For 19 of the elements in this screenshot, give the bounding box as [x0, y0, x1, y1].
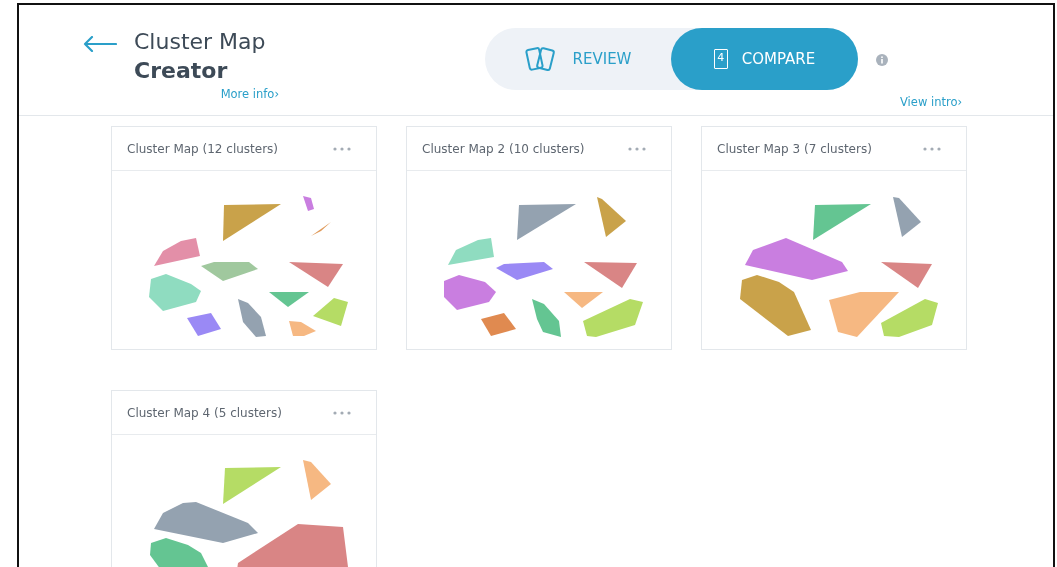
cluster-map-card[interactable]: Cluster Map 4 (5 clusters) — [111, 390, 377, 567]
card-title: Cluster Map 4 (5 clusters) — [127, 405, 282, 420]
back-arrow-icon[interactable] — [83, 36, 117, 52]
page-title: Creator — [134, 57, 229, 85]
more-icon[interactable] — [923, 146, 941, 151]
card-title: Cluster Map 3 (7 clusters) — [717, 141, 872, 156]
more-icon[interactable] — [333, 410, 351, 415]
card-title: Cluster Map (12 clusters) — [127, 141, 279, 156]
cluster-map-card[interactable]: Cluster Map 3 (7 clusters) — [701, 126, 967, 350]
more-icon[interactable] — [628, 146, 646, 151]
page-title: Cluster Map — [134, 28, 267, 56]
view-intro-link[interactable]: View intro› — [900, 95, 963, 109]
more-icon[interactable] — [333, 146, 351, 151]
more-info-link[interactable]: More info› — [220, 87, 279, 101]
info-icon[interactable] — [876, 54, 888, 66]
cluster-map-card[interactable]: Cluster Map 2 (10 clusters) — [406, 126, 672, 350]
count-badge: 4 — [713, 49, 728, 69]
card-title: Cluster Map 2 (10 clusters) — [422, 141, 585, 156]
cluster-map-card[interactable]: Cluster Map (12 clusters) — [111, 126, 377, 350]
